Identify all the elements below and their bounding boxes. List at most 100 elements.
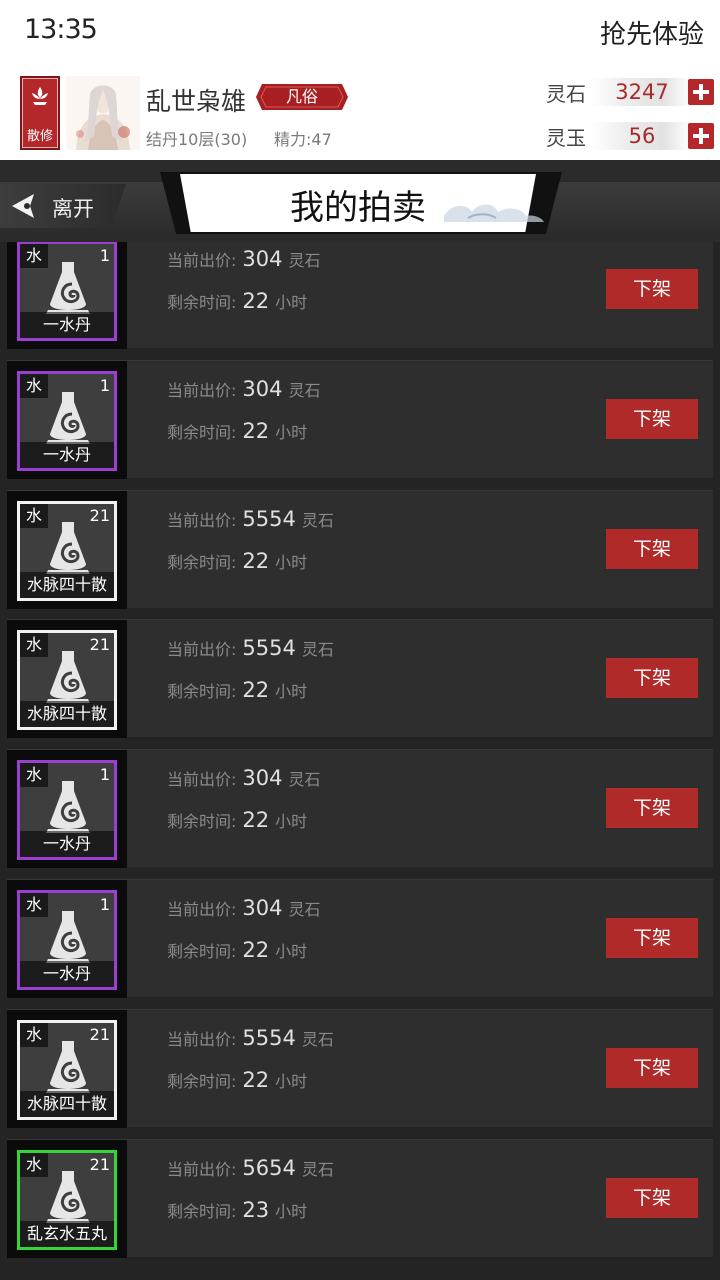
current-bid: 当前出价: 5554 灵石 <box>167 507 334 537</box>
currency-spirit-stone: 灵石 3247 <box>546 78 716 106</box>
auction-row: 水 21 水脉四十散 当前出价: 5554 灵石 剩余时间: 22 小时 下架 <box>7 489 713 609</box>
item-slot[interactable]: 水 21 水脉四十散 <box>7 620 127 739</box>
current-bid-label: 当前出价: <box>167 770 237 790</box>
auction-row: 水 21 乱玄水五丸 当前出价: 5654 灵石 剩余时间: 23 小时 下架 <box>7 1138 713 1258</box>
current-bid-label: 当前出价: <box>167 251 237 270</box>
time-unit: 小时 <box>275 422 308 442</box>
item-icon-box[interactable]: 水 1 一水丹 <box>17 890 117 990</box>
currency-label: 灵石 <box>546 82 586 106</box>
item-icon-box[interactable]: 水 21 水脉四十散 <box>17 1019 117 1120</box>
current-bid-label: 当前出价: <box>167 510 237 530</box>
elixir-bottle-icon <box>46 1170 90 1223</box>
auction-row: 水 1 一水丹 当前出价: 304 灵石 剩余时间: 22 小时 下架 <box>7 749 713 869</box>
currency-unit: 灵石 <box>288 770 321 790</box>
item-slot[interactable]: 水 21 乱玄水五丸 <box>7 1139 127 1258</box>
current-bid-value: 5554 <box>242 636 296 661</box>
currency-unit: 灵石 <box>288 251 321 270</box>
item-quantity: 1 <box>99 765 110 785</box>
current-bid-value: 5654 <box>242 1155 296 1180</box>
item-name: 一水丹 <box>20 961 114 987</box>
currency-label: 灵玉 <box>546 126 586 150</box>
item-slot[interactable]: 水 1 一水丹 <box>7 750 127 869</box>
sect-badge-label: 散修 <box>26 129 53 144</box>
elixir-bottle-icon <box>46 391 90 444</box>
energy-value: 精力:47 <box>274 130 332 149</box>
delist-button[interactable]: 下架 <box>606 528 698 569</box>
elixir-bottle-icon <box>46 521 90 574</box>
remaining-time-value: 22 <box>242 418 270 443</box>
remaining-time-value: 23 <box>242 1197 270 1222</box>
delist-button[interactable]: 下架 <box>606 658 698 699</box>
title-bar: 离开 我的拍卖 <box>0 160 720 242</box>
remaining-time: 剩余时间: 22 小时 <box>167 549 307 579</box>
current-bid-label: 当前出价: <box>167 1029 237 1049</box>
avatar-portrait-icon <box>66 76 140 150</box>
time-unit: 小时 <box>275 293 308 312</box>
item-icon-box[interactable]: 水 1 一水丹 <box>17 370 117 471</box>
item-icon-box[interactable]: 水 1 一水丹 <box>17 760 117 861</box>
item-quantity: 21 <box>89 1024 110 1044</box>
item-name: 水脉四十散 <box>20 701 114 728</box>
delist-button[interactable]: 下架 <box>606 1047 698 1088</box>
currency-unit: 灵石 <box>301 1159 334 1179</box>
item-icon-box[interactable]: 水 21 水脉四十散 <box>17 630 117 731</box>
page-title: 我的拍卖 <box>290 188 426 228</box>
current-bid-label: 当前出价: <box>167 900 237 919</box>
add-spirit-jade-button[interactable] <box>688 123 714 149</box>
remaining-time-value: 22 <box>242 1067 270 1092</box>
current-bid: 当前出价: 304 灵石 <box>167 247 321 277</box>
lotus-icon <box>32 87 48 105</box>
avatar[interactable] <box>66 76 140 150</box>
item-slot[interactable]: 水 21 水脉四十散 <box>7 1009 127 1128</box>
item-name: 水脉四十散 <box>20 1090 114 1117</box>
item-name: 一水丹 <box>20 831 114 858</box>
remaining-time-value: 22 <box>242 808 270 833</box>
currency-unit: 灵石 <box>301 510 334 530</box>
back-arrow-icon <box>12 194 34 218</box>
time-unit: 小时 <box>275 812 308 832</box>
item-quantity: 21 <box>89 505 110 525</box>
player-name: 乱世枭雄 <box>146 87 247 116</box>
time-unit: 小时 <box>275 942 308 961</box>
leave-button[interactable]: 离开 <box>0 184 126 228</box>
item-slot[interactable]: 水 1 一水丹 <box>7 242 127 349</box>
remaining-time-label: 剩余时间: <box>167 552 237 572</box>
remaining-time-label: 剩余时间: <box>167 1071 237 1091</box>
item-slot[interactable]: 水 1 一水丹 <box>7 880 127 998</box>
sect-badge[interactable]: 散修 <box>20 76 60 150</box>
remaining-time: 剩余时间: 22 小时 <box>167 1068 307 1098</box>
add-spirit-stone-button[interactable] <box>688 79 714 105</box>
delist-button[interactable]: 下架 <box>606 918 698 958</box>
item-icon-box[interactable]: 水 1 一水丹 <box>17 242 117 341</box>
item-icon-box[interactable]: 水 21 乱玄水五丸 <box>17 1149 117 1250</box>
rank-label: 凡俗 <box>285 87 318 106</box>
item-name: 一水丹 <box>20 312 114 338</box>
item-quantity: 21 <box>89 635 110 655</box>
delist-button[interactable]: 下架 <box>606 788 698 829</box>
elixir-bottle-icon <box>46 1040 90 1093</box>
auction-row: 水 1 一水丹 当前出价: 304 灵石 剩余时间: 22 小时 下架 <box>7 359 713 479</box>
current-bid-value: 304 <box>242 247 283 271</box>
remaining-time-label: 剩余时间: <box>167 812 237 832</box>
status-time: 13:35 <box>24 14 98 45</box>
currency-unit: 灵石 <box>288 900 321 919</box>
time-unit: 小时 <box>275 1071 308 1091</box>
delist-button[interactable]: 下架 <box>606 1177 698 1218</box>
remaining-time-value: 22 <box>242 289 270 313</box>
current-bid-label: 当前出价: <box>167 380 237 400</box>
current-bid-value: 304 <box>242 376 283 401</box>
remaining-time-value: 22 <box>242 678 270 703</box>
item-slot[interactable]: 水 21 水脉四十散 <box>7 490 127 609</box>
current-bid: 当前出价: 5654 灵石 <box>167 1156 334 1186</box>
player-profile: 散修 乱世枭雄 凡俗 结丹10层(30) 精力:47 灵石 3247 灵玉 56 <box>0 68 720 160</box>
remaining-time-label: 剩余时间: <box>167 942 237 961</box>
item-slot[interactable]: 水 1 一水丹 <box>7 360 127 479</box>
remaining-time-value: 22 <box>242 548 270 573</box>
current-bid-label: 当前出价: <box>167 640 237 660</box>
delist-button[interactable]: 下架 <box>606 269 698 309</box>
auction-list[interactable]: 水 1 一水丹 当前出价:304灵石 剩余时间:22小时 下架 水 1 <box>0 242 720 1280</box>
remaining-time: 剩余时间: 22 小时 <box>167 938 307 968</box>
item-quantity: 1 <box>99 246 110 265</box>
item-icon-box[interactable]: 水 21 水脉四十散 <box>17 500 117 601</box>
delist-button[interactable]: 下架 <box>606 398 698 439</box>
